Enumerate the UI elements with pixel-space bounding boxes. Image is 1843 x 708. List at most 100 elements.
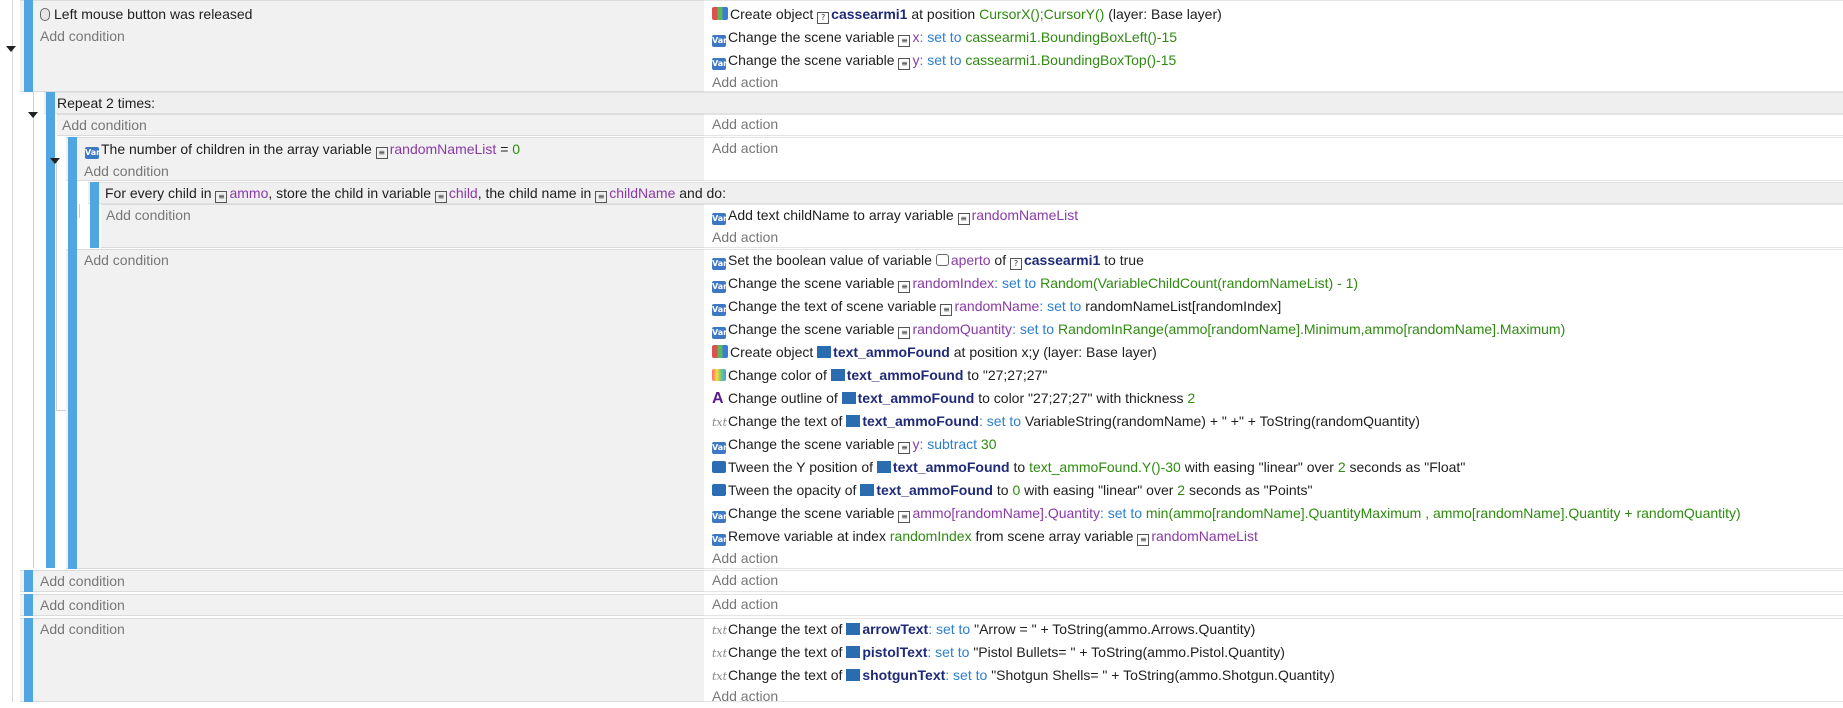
color-icon [712,369,726,381]
event-bar[interactable] [24,570,33,592]
add-condition-link[interactable]: Add condition [40,594,125,617]
add-condition-link[interactable]: Add condition [84,160,169,183]
repeat-label[interactable]: Repeat 2 times: [57,92,155,115]
add-action-link[interactable]: Add action [712,113,778,136]
variable-icon: Var [85,147,101,159]
repeat-header [44,92,1843,114]
foreach-conditions [101,204,704,248]
variable-type-icon: ≡ [898,281,911,293]
action-tween-opacity[interactable]: Tween the opacity of text_ammoFound to 0… [712,479,1313,502]
add-condition-link[interactable]: Add condition [106,204,191,227]
add-condition-link[interactable]: Add condition [40,618,125,641]
tween-icon [712,461,726,473]
condition-children-count[interactable]: VarThe number of children in the array v… [85,138,520,161]
outline-icon: A [712,390,724,407]
variable-icon: Var [712,281,728,293]
collapse-arrow[interactable] [28,112,38,118]
array-icon: ≡ [957,213,970,225]
add-action-link[interactable]: Add action [712,71,778,94]
add-condition-link[interactable]: Add condition [84,249,169,272]
action-create-object[interactable]: Create object ? cassearmi1 at position Cu… [712,3,1222,26]
actions-panel [704,570,1843,592]
action-change-text[interactable]: txtChange the text of text_ammoFound: se… [712,410,1420,433]
text-object-icon [846,646,861,658]
event-bar[interactable] [68,249,77,569]
action-random-name[interactable]: VarChange the text of scene variable ≡ ra… [712,295,1281,318]
tween-icon [712,484,726,496]
add-condition-link[interactable]: Add condition [40,570,125,593]
variable-icon: Var [712,35,728,47]
action-tween-y[interactable]: Tween the Y position of text_ammoFound t… [712,456,1465,479]
action-remove-variable[interactable]: VarRemove variable at index randomIndex … [712,525,1258,548]
variable-icon: Var [712,511,728,523]
variable-icon: Var [712,213,728,225]
text-object-icon [830,369,845,381]
action-set-arrow-text[interactable]: txtChange the text of arrowText: set to … [712,618,1255,641]
add-condition-link[interactable]: Add condition [40,25,125,48]
text-icon: txt [712,624,728,637]
variable-type-icon: ≡ [898,442,911,454]
text-object-icon [846,669,861,681]
create-object-icon [712,7,728,20]
text-object-icon [846,415,861,427]
collapse-arrow[interactable] [6,46,16,52]
create-object-icon [712,345,728,358]
action-change-quantity[interactable]: VarChange the scene variable ≡ ammo[rando… [712,502,1741,525]
repeat-actions [704,114,1843,136]
variable-icon: Var [712,442,728,454]
variable-type-icon: ≡ [434,191,447,203]
foreach-bar[interactable] [90,182,99,248]
event-bar[interactable] [24,0,33,92]
text-object-icon [841,392,856,404]
event-bar[interactable] [24,618,33,702]
variable-type-icon: ≡ [595,191,608,203]
add-action-link[interactable]: Add action [712,593,778,616]
condition-mouse-released[interactable]: Left mouse button was released [40,3,252,26]
text-object-icon [817,346,832,358]
text-object-icon [876,461,891,473]
actions-panel [704,594,1843,616]
repeat-conditions [57,114,704,136]
action-random-index[interactable]: VarChange the scene variable ≡ randomInde… [712,272,1358,295]
array-icon: ≡ [1137,534,1150,546]
action-set-boolean[interactable]: VarSet the boolean value of variable ape… [712,249,1144,272]
action-change-color[interactable]: Change color of text_ammoFound to "27;27… [712,364,1047,387]
event-bar[interactable] [24,594,33,616]
action-set-pistol-text[interactable]: txtChange the text of pistolText: set to… [712,641,1285,664]
variable-icon: Var [712,327,728,339]
actions-panel [704,137,1843,181]
variable-type-icon: ≡ [940,304,953,316]
object-icon: ? [817,12,830,24]
variable-icon: Var [712,258,728,270]
text-icon: txt [712,647,728,660]
repeat-guide [33,92,34,568]
add-action-link[interactable]: Add action [712,226,778,249]
action-create-text-object[interactable]: Create object text_ammoFound at position… [712,341,1157,364]
mouse-icon [40,8,50,21]
sub-guide [56,160,57,410]
action-change-variable-x[interactable]: VarChange the scene variable ≡ x: set to … [712,26,1177,49]
add-action-link[interactable]: Add action [712,685,778,708]
tree-guide [12,0,13,702]
add-action-link[interactable]: Add action [712,137,778,160]
variable-icon: Var [712,304,728,316]
variable-icon: Var [712,58,728,70]
text-object-icon [860,484,875,496]
add-condition-link[interactable]: Add condition [62,114,147,137]
add-action-link[interactable]: Add action [712,547,778,570]
variable-type-icon: ≡ [898,327,911,339]
foreach-label[interactable]: For every child in ≡ ammo, store the chil… [105,182,726,205]
action-change-outline[interactable]: A Change outline of text_ammoFound to col… [712,387,1195,410]
collapse-arrow[interactable] [50,158,60,164]
action-random-quantity[interactable]: VarChange the scene variable ≡ randomQuan… [712,318,1565,341]
action-set-shotgun-text[interactable]: txtChange the text of shotgunText: set t… [712,664,1335,687]
conditions-panel [66,249,704,569]
action-subtract-y[interactable]: VarChange the scene variable ≡ y: subtrac… [712,433,997,456]
variable-type-icon: ≡ [215,191,228,203]
add-action-link[interactable]: Add action [712,569,778,592]
text-icon: txt [712,416,728,429]
action-change-variable-y[interactable]: VarChange the scene variable ≡ y: set to … [712,49,1176,72]
action-add-text-to-array[interactable]: VarAdd text childName to array variable … [712,204,1078,227]
variable-icon: Var [712,534,728,546]
boolean-icon [935,254,949,266]
